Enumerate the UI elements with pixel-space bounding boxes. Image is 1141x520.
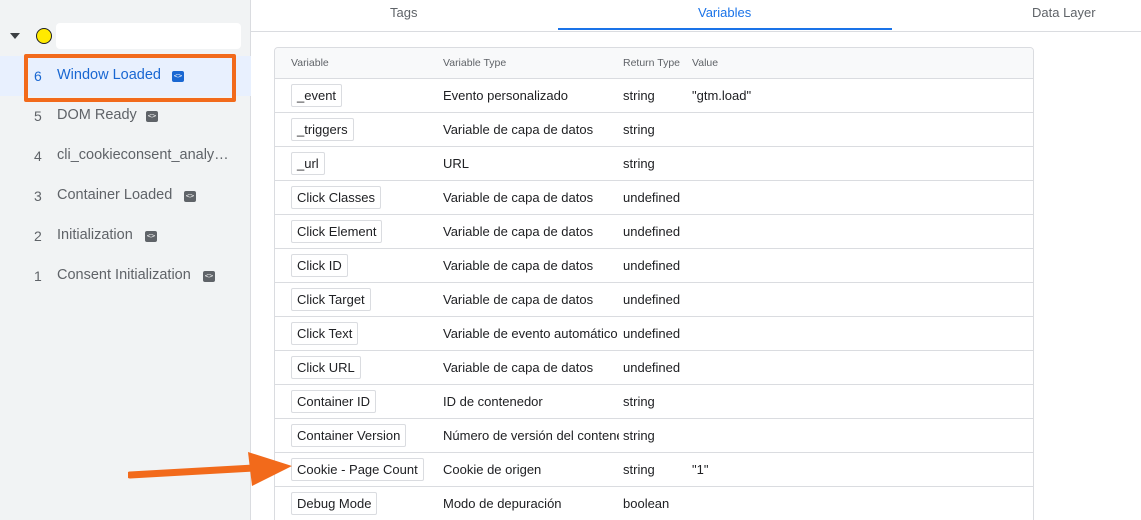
variable-name-chip[interactable]: Cookie - Page Count	[291, 458, 424, 481]
header-variable: Variable	[291, 57, 329, 69]
code-icon: <>	[145, 231, 157, 242]
return-type-cell: undefined	[623, 326, 681, 341]
return-type-cell: string	[623, 462, 655, 477]
status-dot-icon	[36, 28, 52, 44]
table-row[interactable]: _url URL string	[275, 147, 1033, 181]
event-item-consent-initialization[interactable]: 1 Consent Initialization <>	[0, 256, 251, 296]
variable-name-chip[interactable]: Click URL	[291, 356, 361, 379]
return-type-cell: undefined	[623, 190, 681, 205]
variable-type-cell: Variable de evento automático	[443, 326, 618, 341]
event-label: Window Loaded	[57, 67, 161, 83]
event-number: 6	[34, 68, 42, 84]
return-type-cell: string	[623, 428, 655, 443]
return-type-cell: string	[623, 156, 655, 171]
tab-variables[interactable]: Variables	[698, 5, 751, 20]
code-icon: <>	[172, 71, 184, 82]
variable-type-cell: Variable de capa de datos	[443, 258, 594, 273]
event-item-cli-cookieconsent[interactable]: 4 cli_cookieconsent_analy…	[0, 136, 251, 176]
event-item-dom-ready[interactable]: 5 DOM Ready <>	[0, 96, 251, 136]
variable-type-cell: Modo de depuración	[443, 496, 562, 511]
return-type-cell: undefined	[623, 292, 681, 307]
variable-type-cell: Evento personalizado	[443, 88, 569, 103]
variable-name-chip[interactable]: Click Target	[291, 288, 371, 311]
table-row[interactable]: Click Element Variable de capa de datos un…	[275, 215, 1033, 249]
table-header: Variable Variable Type Return Type Value	[275, 48, 1033, 79]
variable-type-cell: Variable de capa de datos	[443, 292, 594, 307]
variable-type-cell: Número de versión del contenedor	[443, 428, 619, 443]
event-label: Initialization	[57, 227, 133, 243]
return-type-cell: string	[623, 122, 655, 137]
header-return-type: Return Type	[623, 57, 681, 69]
variable-name-chip[interactable]: Container Version	[291, 424, 407, 447]
container-header[interactable]	[0, 20, 251, 52]
variable-type-cell: Variable de capa de datos	[443, 360, 594, 375]
value-cell: "gtm.load"	[692, 88, 752, 103]
return-type-cell: undefined	[623, 360, 681, 375]
variable-name-chip[interactable]: _triggers	[291, 118, 354, 141]
variable-name-chip[interactable]: Click Element	[291, 220, 383, 243]
event-label: DOM Ready	[57, 107, 137, 123]
event-label: cli_cookieconsent_analy…	[57, 147, 229, 163]
tab-data-layer[interactable]: Data Layer	[1032, 5, 1096, 20]
table-row[interactable]: Click Target Variable de capa de datos und…	[275, 283, 1033, 317]
event-number: 1	[34, 268, 42, 284]
table-row[interactable]: Cookie - Page Count Cookie de origen strin…	[275, 453, 1033, 487]
caret-down-icon[interactable]	[10, 33, 20, 39]
table-row[interactable]: _triggers Variable de capa de datos string	[275, 113, 1033, 147]
return-type-cell: undefined	[623, 258, 681, 273]
event-number: 4	[34, 148, 42, 164]
header-value: Value	[692, 57, 719, 69]
variable-name-chip[interactable]: _event	[291, 84, 343, 107]
variable-type-cell: URL	[443, 156, 470, 171]
return-type-cell: string	[623, 394, 655, 409]
container-name-redacted	[56, 23, 241, 49]
event-label: Container Loaded	[57, 187, 173, 203]
variable-type-cell: Variable de capa de datos	[443, 224, 594, 239]
variable-name-chip[interactable]: Debug Mode	[291, 492, 378, 515]
return-type-cell: string	[623, 88, 655, 103]
variable-type-cell: Cookie de origen	[443, 462, 542, 477]
table-row[interactable]: Click Text Variable de evento automático u…	[275, 317, 1033, 351]
table-row[interactable]: Click URL Variable de capa de datos undefi…	[275, 351, 1033, 385]
variable-type-cell: Variable de capa de datos	[443, 122, 594, 137]
table-row[interactable]: Container ID ID de contenedor string	[275, 385, 1033, 419]
code-icon: <>	[203, 271, 215, 282]
tab-tags[interactable]: Tags	[390, 5, 417, 20]
variable-type-cell: ID de contenedor	[443, 394, 543, 409]
event-number: 3	[34, 188, 42, 204]
event-number: 5	[34, 108, 42, 124]
event-number: 2	[34, 228, 42, 244]
table-row[interactable]: Debug Mode Modo de depuración boolean	[275, 487, 1033, 520]
value-cell: "1"	[692, 462, 709, 477]
event-item-container-loaded[interactable]: 3 Container Loaded <>	[0, 176, 251, 216]
variables-table: Variable Variable Type Return Type Value…	[274, 47, 1034, 520]
table-row[interactable]: Container Version Número de versión del c…	[275, 419, 1033, 453]
arrow-right-icon	[128, 452, 292, 486]
variable-type-cell: Variable de capa de datos	[443, 190, 594, 205]
header-variable-type: Variable Type	[443, 57, 507, 69]
tab-bar: Tags Variables Data Layer	[251, 0, 1141, 32]
table-row[interactable]: Click Classes Variable de capa de datos un…	[275, 181, 1033, 215]
variable-name-chip[interactable]: Click Classes	[291, 186, 382, 209]
variable-name-chip[interactable]: Container ID	[291, 390, 376, 413]
code-icon: <>	[146, 111, 158, 122]
variable-name-chip[interactable]: Click ID	[291, 254, 348, 277]
event-sidebar: 6 Window Loaded <> 5 DOM Ready <> 4 cli_…	[0, 0, 251, 520]
code-icon: <>	[184, 191, 196, 202]
event-item-window-loaded[interactable]: 6 Window Loaded <>	[0, 56, 251, 96]
active-tab-indicator	[558, 28, 892, 30]
table-row[interactable]: Click ID Variable de capa de datos undefin…	[275, 249, 1033, 283]
event-item-initialization[interactable]: 2 Initialization <>	[0, 216, 251, 256]
variable-name-chip[interactable]: Click Text	[291, 322, 359, 345]
return-type-cell: boolean	[623, 496, 670, 511]
return-type-cell: undefined	[623, 224, 681, 239]
variable-name-chip[interactable]: _url	[291, 152, 325, 175]
table-row[interactable]: _event Evento personalizado string "gtm.loa…	[275, 79, 1033, 113]
event-label: Consent Initialization	[57, 267, 191, 283]
